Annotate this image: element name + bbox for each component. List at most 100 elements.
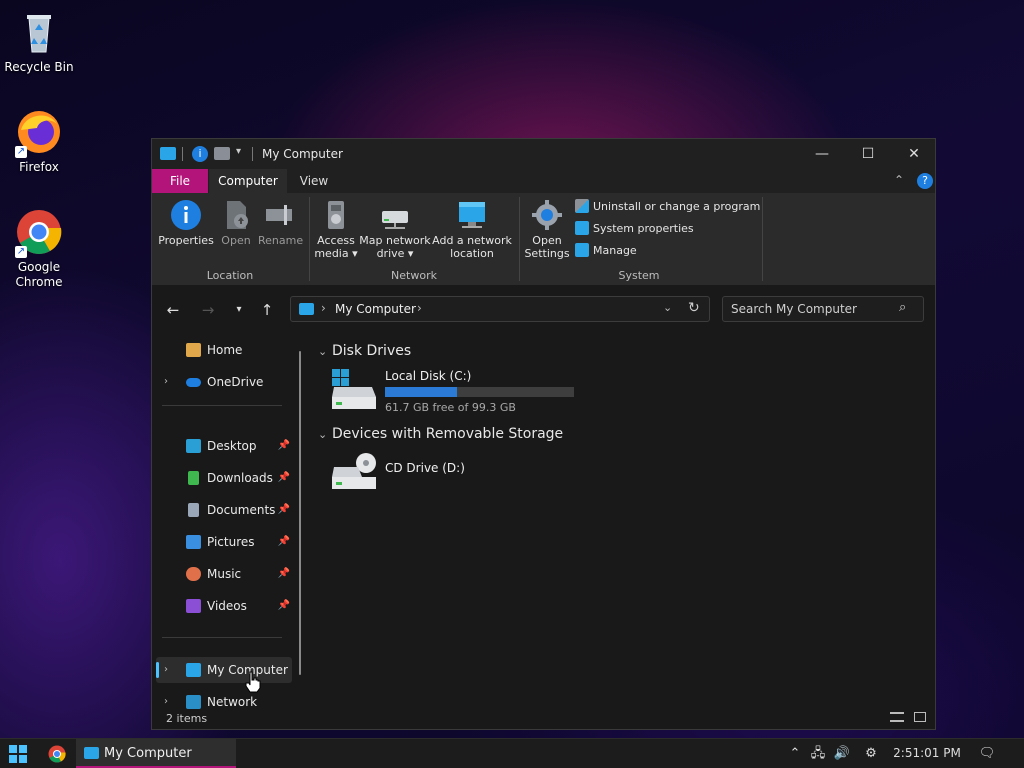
- properties-qa-icon[interactable]: i: [192, 146, 208, 162]
- access-media-button[interactable]: Access media ▾: [314, 199, 358, 260]
- sidebar-item-videos[interactable]: Videos 📌: [156, 593, 292, 619]
- uninstall-program-button[interactable]: Uninstall or change a program: [575, 198, 760, 216]
- address-bar[interactable]: › My Computer › ⌄ ↻: [290, 296, 710, 322]
- address-dropdown-icon[interactable]: ⌄: [663, 301, 672, 314]
- sidebar-item-downloads[interactable]: Downloads 📌: [156, 465, 292, 491]
- sidebar-item-my-computer[interactable]: › My Computer: [156, 657, 292, 683]
- content-pane: ⌄ Disk Drives Local Disk (C:) 61.7 GB fre…: [310, 335, 930, 705]
- sidebar-item-pictures[interactable]: Pictures 📌: [156, 529, 292, 555]
- rename-button[interactable]: Rename: [258, 199, 303, 247]
- drive-local-disk[interactable]: Local Disk (C:) 61.7 GB free of 99.3 GB: [324, 367, 584, 417]
- maximize-button[interactable]: ☐: [845, 139, 891, 169]
- expand-chevron-icon[interactable]: ›: [164, 369, 168, 395]
- refresh-icon[interactable]: ↻: [688, 300, 700, 316]
- sidebar-item-music[interactable]: Music 📌: [156, 561, 292, 587]
- close-button[interactable]: ✕: [891, 139, 937, 169]
- minimize-button[interactable]: —: [799, 139, 845, 169]
- taskbar-chrome-icon[interactable]: [48, 745, 66, 763]
- desktop-icon-label: Google Chrome: [15, 260, 63, 289]
- pin-icon[interactable]: 📌: [278, 465, 290, 491]
- recycle-bin-icon: [15, 8, 63, 56]
- sidebar-scrollbar[interactable]: [299, 351, 301, 675]
- onedrive-icon: [186, 378, 201, 387]
- properties-label: Properties: [158, 234, 214, 247]
- sidebar-item-label: Home: [207, 343, 243, 357]
- drive-name: CD Drive (D:): [385, 461, 465, 475]
- sidebar-item-label: Downloads: [207, 471, 273, 485]
- uninstall-label: Uninstall or change a program: [593, 200, 761, 213]
- up-button[interactable]: ↑: [256, 299, 278, 321]
- manage-icon: [575, 243, 589, 257]
- sidebar-item-label: OneDrive: [207, 375, 264, 389]
- collapse-ribbon-icon[interactable]: ⌃: [894, 173, 904, 187]
- details-view-icon[interactable]: [890, 712, 904, 722]
- open-button[interactable]: Open: [216, 199, 256, 247]
- desktop-icon-chrome[interactable]: ↗ Google Chrome: [0, 208, 78, 290]
- downloads-icon: [188, 471, 199, 485]
- taskbar-app-label: My Computer: [104, 746, 192, 761]
- computer-icon: [84, 747, 99, 759]
- collapse-chevron-icon[interactable]: ⌄: [318, 428, 332, 441]
- sidebar-item-desktop[interactable]: Desktop 📌: [156, 433, 292, 459]
- new-folder-qa-icon[interactable]: [214, 147, 230, 160]
- pin-icon[interactable]: 📌: [278, 433, 290, 459]
- settings-gear-icon[interactable]: ⚙: [860, 739, 882, 768]
- map-network-drive-button[interactable]: Map network drive ▾: [358, 199, 432, 260]
- taskbar: My Computer ⌃ 🖧 🔊 ⚙ 2:51:01 PM 🗨: [0, 738, 1024, 768]
- ribbon-separator: [519, 197, 520, 281]
- forward-button[interactable]: →: [197, 299, 219, 321]
- cd-drive-icon: [332, 453, 376, 489]
- pin-icon[interactable]: 📌: [278, 593, 290, 619]
- title-bar[interactable]: i ▾ My Computer — ☐ ✕: [152, 139, 935, 169]
- notifications-icon[interactable]: 🗨: [976, 739, 998, 768]
- documents-icon: [188, 503, 199, 517]
- recent-locations-button[interactable]: ▾: [228, 299, 250, 321]
- quick-access-separator: [182, 147, 183, 161]
- dropdown-arrow-icon: ▾: [407, 247, 414, 260]
- network-status-icon[interactable]: 🖧: [808, 739, 828, 768]
- network-icon: [186, 695, 201, 709]
- add-network-location-button[interactable]: Add a network location: [432, 199, 512, 260]
- expand-chevron-icon[interactable]: ›: [164, 657, 168, 683]
- manage-button[interactable]: Manage: [575, 242, 637, 260]
- qa-dropdown-icon[interactable]: ▾: [236, 146, 241, 157]
- sidebar-item-onedrive[interactable]: › OneDrive: [156, 369, 292, 395]
- pin-icon[interactable]: 📌: [278, 561, 290, 587]
- show-hidden-icons-button[interactable]: ⌃: [786, 739, 804, 768]
- desktop-icon-firefox[interactable]: ↗ Firefox: [0, 108, 78, 175]
- section-title: Devices with Removable Storage: [332, 426, 564, 442]
- search-input[interactable]: Search My Computer: [731, 302, 857, 316]
- sidebar-item-documents[interactable]: Documents 📌: [156, 497, 292, 523]
- sidebar-divider: [162, 637, 282, 638]
- start-windows-icon[interactable]: [9, 745, 27, 763]
- network-drive-icon: [379, 199, 411, 231]
- pin-icon[interactable]: 📌: [278, 497, 290, 523]
- drive-cd[interactable]: CD Drive (D:): [324, 453, 584, 493]
- breadcrumb-my-computer[interactable]: My Computer: [335, 302, 416, 316]
- clock[interactable]: 2:51:01 PM: [892, 739, 962, 768]
- chrome-icon: ↗: [15, 208, 63, 258]
- search-box[interactable]: Search My Computer ⌕: [722, 296, 924, 322]
- pin-icon[interactable]: 📌: [278, 529, 290, 555]
- search-icon[interactable]: ⌕: [899, 300, 906, 315]
- back-button[interactable]: ←: [162, 299, 184, 321]
- tab-view[interactable]: View: [292, 169, 336, 193]
- properties-button[interactable]: Properties: [158, 199, 214, 247]
- taskbar-app-my-computer[interactable]: My Computer: [76, 739, 236, 768]
- tab-file[interactable]: File: [152, 169, 208, 193]
- sidebar-item-home[interactable]: Home: [156, 337, 292, 363]
- group-label-network: Network: [391, 269, 437, 282]
- open-label: Open: [221, 234, 251, 247]
- collapse-chevron-icon[interactable]: ⌄: [318, 345, 332, 358]
- navigation-bar: ← → ▾ ↑ › My Computer › ⌄ ↻ Search My Co…: [152, 285, 935, 333]
- section-header-disk-drives[interactable]: ⌄ Disk Drives: [318, 343, 411, 359]
- system-properties-button[interactable]: System properties: [575, 220, 694, 238]
- open-settings-button[interactable]: Open Settings: [524, 199, 570, 260]
- help-icon[interactable]: ?: [917, 173, 933, 189]
- desktop-icon-recycle-bin[interactable]: Recycle Bin: [0, 8, 78, 75]
- volume-icon[interactable]: 🔊: [832, 739, 852, 768]
- section-header-removable-storage[interactable]: ⌄ Devices with Removable Storage: [318, 426, 563, 442]
- quick-access-separator: [252, 147, 253, 161]
- large-icons-view-icon[interactable]: [914, 712, 926, 722]
- tab-computer[interactable]: Computer: [209, 169, 287, 193]
